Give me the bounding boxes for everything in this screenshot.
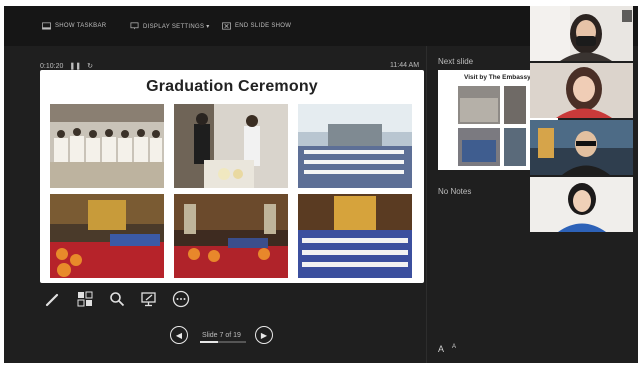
zoom-icon[interactable] bbox=[108, 290, 126, 308]
slide-photo-2 bbox=[174, 104, 288, 188]
decrease-font-icon[interactable]: A bbox=[452, 344, 456, 354]
slide-tools bbox=[44, 290, 190, 308]
slide-photo-6 bbox=[298, 194, 412, 278]
show-taskbar-label: SHOW TASKBAR bbox=[55, 23, 107, 29]
slide-counter-label: Slide 7 of 19 bbox=[202, 331, 241, 339]
notes-font-controls: A A bbox=[438, 344, 456, 354]
video-tile-4 bbox=[530, 177, 633, 232]
taskbar-icon bbox=[42, 22, 51, 30]
increase-font-icon[interactable]: A bbox=[438, 344, 444, 354]
see-all-slides-icon[interactable] bbox=[76, 290, 94, 308]
video-tile-2 bbox=[530, 63, 633, 118]
video-tile-1 bbox=[530, 6, 633, 61]
slide-photo-4 bbox=[50, 194, 164, 278]
display-settings-icon bbox=[130, 22, 139, 30]
chevron-left-icon: ◀ bbox=[175, 330, 183, 340]
slide-navigation: ◀ Slide 7 of 19 ▶ bbox=[170, 326, 273, 344]
panel-divider bbox=[426, 46, 427, 363]
video-tile-3 bbox=[530, 120, 633, 175]
end-show-icon bbox=[222, 22, 231, 30]
next-slide-button[interactable]: ▶ bbox=[254, 326, 273, 344]
pointer-screen-icon[interactable] bbox=[140, 290, 158, 308]
pen-icon[interactable] bbox=[44, 290, 62, 308]
end-slide-show-button[interactable]: END SLIDE SHOW bbox=[222, 22, 291, 30]
slide-title: Graduation Ceremony bbox=[146, 78, 318, 95]
display-settings-button[interactable]: DISPLAY SETTINGS ▾ bbox=[130, 22, 210, 30]
slide-progress-bar bbox=[200, 340, 246, 343]
notes-area[interactable]: No Notes bbox=[438, 187, 471, 196]
current-slide: Graduation Ceremony bbox=[40, 70, 424, 283]
pause-timer-icon[interactable]: ❚❚ bbox=[69, 62, 81, 70]
slide-counter: Slide 7 of 19 bbox=[196, 331, 247, 343]
reset-timer-icon[interactable]: ↻ bbox=[87, 62, 93, 70]
chevron-right-icon: ▶ bbox=[260, 330, 267, 340]
timer-value: 0:10:20 bbox=[40, 62, 64, 70]
elapsed-timer: 0:10:20 ❚❚ ↻ bbox=[40, 62, 93, 71]
end-slide-show-label: END SLIDE SHOW bbox=[235, 23, 292, 29]
display-settings-label: DISPLAY SETTINGS ▾ bbox=[143, 23, 210, 30]
show-taskbar-button[interactable]: SHOW TASKBAR bbox=[42, 22, 106, 30]
previous-slide-button[interactable]: ◀ bbox=[170, 326, 188, 344]
clock: 11:44 AM bbox=[390, 62, 420, 69]
slide-photo-1 bbox=[50, 104, 164, 188]
more-options-icon[interactable] bbox=[172, 290, 190, 308]
slide-photo-5 bbox=[174, 194, 288, 278]
next-slide-label: Next slide bbox=[438, 57, 474, 66]
slide-photo-3 bbox=[298, 104, 412, 188]
